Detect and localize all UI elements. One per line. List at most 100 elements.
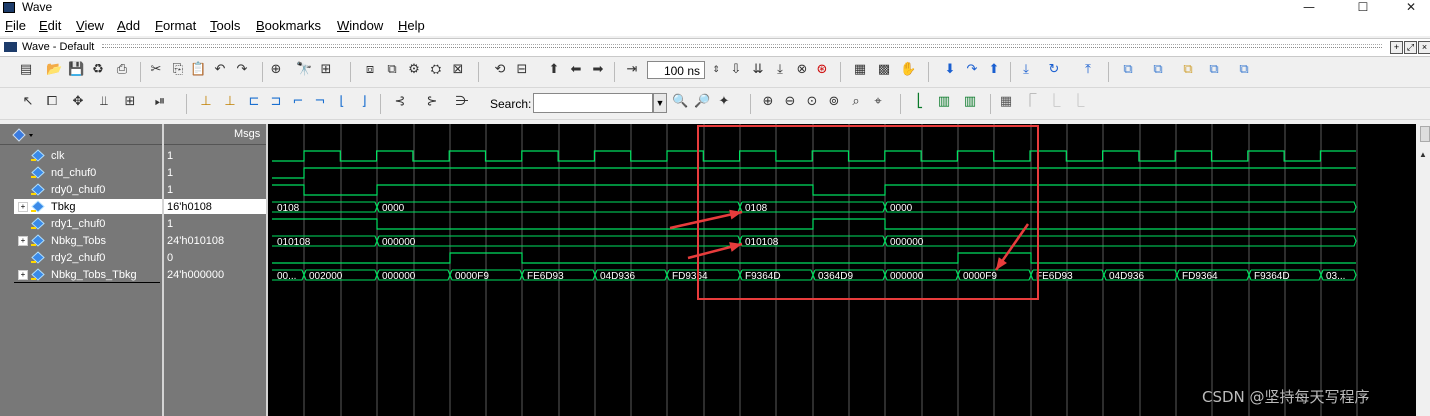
expand-time-icon[interactable]: ⊰ — [392, 94, 408, 110]
expand-toggle[interactable]: + — [18, 270, 28, 280]
undo-icon[interactable]: ↶ — [212, 62, 228, 78]
next-falling-icon[interactable]: ¬ — [312, 94, 328, 110]
zoom-full-icon[interactable]: ⊙ — [804, 94, 820, 110]
pan-mode-icon[interactable]: ✥ — [70, 94, 86, 110]
reload-icon[interactable]: ♻ — [90, 62, 106, 78]
analog-style-4-icon[interactable]: ⎿ — [1070, 94, 1086, 110]
cut-icon[interactable]: ✂ — [148, 62, 164, 78]
menu-window[interactable]: Window — [337, 18, 383, 34]
analog-style-3-icon[interactable]: ⎿ — [1046, 94, 1062, 110]
stop-icon[interactable]: ⊠ — [450, 62, 466, 78]
analog-style-1-icon[interactable]: ▦ — [998, 94, 1014, 110]
wave-subwindow-titlebar[interactable]: Wave - Default + ⤢ × — [0, 38, 1430, 57]
run-length-input[interactable]: 100 ns — [647, 61, 705, 79]
open-folder-icon[interactable]: 📂 — [46, 62, 62, 78]
search-next-icon[interactable]: 🔍 — [672, 94, 688, 110]
layout-icon-1[interactable]: ⧉ — [1120, 62, 1136, 78]
zoom-range-icon[interactable]: ⌕ — [848, 94, 864, 110]
signal-name[interactable]: Tbkg — [51, 200, 75, 214]
up-arrow-icon[interactable]: ⬆ — [546, 62, 562, 78]
name-pane-header[interactable] — [0, 124, 162, 145]
next-edge-icon[interactable]: ⊐ — [268, 94, 284, 110]
signal-tree-icon[interactable] — [12, 128, 33, 142]
step-out-dropdown-icon[interactable]: ⤒ — [1080, 62, 1096, 78]
layout-icon-2[interactable]: ⧉ — [1150, 62, 1166, 78]
menu-tools[interactable]: Tools — [210, 18, 240, 34]
signal-name[interactable]: rdy0_chuf0 — [51, 183, 105, 197]
expand-toggle[interactable]: + — [18, 236, 28, 246]
layout-icon-5[interactable]: ⧉ — [1236, 62, 1252, 78]
prev-rising-icon[interactable]: ⌊ — [334, 94, 350, 110]
break-icon[interactable]: ⛭ — [428, 62, 444, 78]
add-icon[interactable]: ⊕ — [268, 62, 284, 78]
expand-toggle[interactable]: + — [18, 202, 28, 212]
menu-file[interactable]: File — [5, 18, 26, 34]
next-rising-icon[interactable]: ⌋ — [356, 94, 372, 110]
layout-icon-3[interactable]: ⧉ — [1180, 62, 1196, 78]
signal-name[interactable]: Nbkg_Tobs — [51, 234, 106, 248]
vertical-scrollbar[interactable]: ▲ — [1416, 124, 1430, 416]
signal-name[interactable]: Nbkg_Tobs_Tbkg — [51, 268, 137, 282]
waveform-style-1-icon[interactable]: ⎣ — [912, 94, 928, 110]
menu-format[interactable]: Format — [155, 18, 196, 34]
break-run-icon[interactable]: ⊗ — [794, 62, 810, 78]
search-dropdown-button[interactable]: ▼ — [653, 93, 667, 113]
zoom-mode-icon[interactable]: ⧠ — [44, 94, 60, 110]
spinner-icon[interactable]: ⇕ — [708, 62, 724, 78]
step-over-icon[interactable]: ↷ — [964, 62, 980, 78]
menu-bookmarks[interactable]: Bookmarks — [256, 18, 321, 34]
run-options-icon[interactable]: ⊟ — [514, 62, 530, 78]
search-options-icon[interactable]: ✦ — [716, 94, 732, 110]
delete-cursor-icon[interactable]: ⊥ — [222, 94, 238, 110]
paste-icon[interactable]: 📋 — [190, 62, 206, 78]
stop-run-icon[interactable]: ⊛ — [814, 62, 830, 78]
run-icon[interactable]: ⇩ — [728, 62, 744, 78]
menu-help[interactable]: Help — [398, 18, 425, 34]
performance-icon[interactable]: ▦ — [852, 62, 868, 78]
close-button[interactable]: ✕ — [1388, 0, 1430, 16]
menu-add[interactable]: Add — [117, 18, 140, 34]
stretch-mode-icon[interactable]: ⊞ — [122, 94, 138, 110]
signal-name[interactable]: rdy1_chuf0 — [51, 217, 105, 231]
insert-divider-icon[interactable]: ⊞ — [318, 62, 334, 78]
prev-falling-icon[interactable]: ⌐ — [290, 94, 306, 110]
minimize-button[interactable]: — — [1286, 0, 1332, 16]
collapse-time-icon[interactable]: ⊱ — [424, 94, 440, 110]
subwindow-close-button[interactable]: × — [1418, 41, 1430, 54]
copy-icon[interactable]: ⎘ — [170, 62, 186, 78]
zoom-out-icon[interactable]: ⊖ — [782, 94, 798, 110]
zoom-in-icon[interactable]: ⊕ — [760, 94, 776, 110]
menu-view[interactable]: View — [76, 18, 104, 34]
compile-icon[interactable]: ⧈ — [362, 62, 378, 78]
new-file-icon[interactable]: ▤ — [18, 62, 34, 78]
delta-time-icon[interactable]: ⋺ — [454, 94, 470, 110]
subwindow-dock-button[interactable]: + — [1390, 41, 1403, 54]
waveform-style-3-icon[interactable]: ▥ — [962, 94, 978, 110]
left-arrow-icon[interactable]: ⬅ — [568, 62, 584, 78]
waveform-style-2-icon[interactable]: ▥ — [936, 94, 952, 110]
compile-all-icon[interactable]: ⧉ — [384, 62, 400, 78]
hand-icon[interactable]: ✋ — [900, 62, 916, 78]
analog-style-2-icon[interactable]: ⎾ — [1022, 94, 1038, 110]
menu-edit[interactable]: Edit — [39, 18, 61, 34]
save-icon[interactable]: 💾 — [68, 62, 84, 78]
signal-name[interactable]: rdy2_chuf0 — [51, 251, 105, 265]
step-over-dropdown-icon[interactable]: ↻ — [1046, 62, 1062, 78]
run-all-icon[interactable]: ⤓ — [772, 62, 788, 78]
layout-icon-4[interactable]: ⧉ — [1206, 62, 1222, 78]
right-arrow-icon[interactable]: ➡ — [590, 62, 606, 78]
insert-cursor-icon[interactable]: ⊥ — [198, 94, 214, 110]
column-splitter[interactable] — [162, 124, 164, 416]
continue-icon[interactable]: ⇊ — [750, 62, 766, 78]
scrollbar-top-button[interactable] — [1420, 126, 1430, 142]
prev-edge-icon[interactable]: ⊏ — [246, 94, 262, 110]
edit-mode-icon[interactable]: ⫫ — [96, 94, 112, 110]
step-icon[interactable]: ⬇ — [942, 62, 958, 78]
signal-name[interactable]: nd_chuf0 — [51, 166, 96, 180]
search-input[interactable] — [533, 93, 653, 113]
scroll-up-icon[interactable]: ▲ — [1419, 150, 1427, 159]
redo-icon[interactable]: ↷ — [234, 62, 250, 78]
stop-mode-icon[interactable]: ⏯ — [152, 94, 168, 110]
waveform-canvas[interactable]: 0108 0000 0108 0000 010108 000000 010108 000000… — [268, 124, 1416, 416]
simulate-icon[interactable]: ⚙ — [406, 62, 422, 78]
